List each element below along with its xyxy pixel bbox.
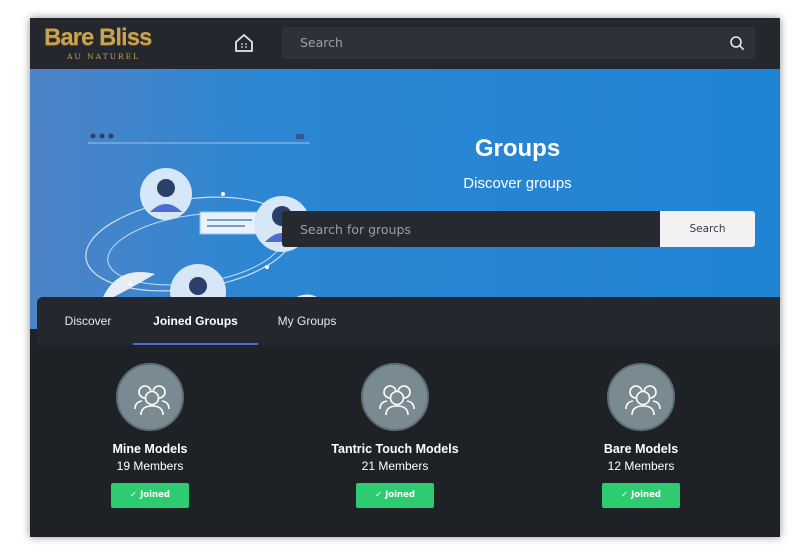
group-search-input[interactable]: Search for groups xyxy=(282,211,660,247)
site-logo[interactable]: Bare Bliss AU NATUREL xyxy=(44,24,160,64)
group-avatar[interactable] xyxy=(607,363,675,431)
site-search-placeholder: Search xyxy=(300,35,343,50)
group-avatar[interactable] xyxy=(361,363,429,431)
joined-button-label: Joined xyxy=(631,490,661,500)
group-name[interactable]: Tantric Touch Models xyxy=(295,442,495,456)
top-navbar: Bare Bliss AU NATUREL Search xyxy=(30,18,780,69)
page-title: Groups xyxy=(474,135,561,162)
page-subtitle: Discover groups xyxy=(463,175,572,192)
joined-button-label: Joined xyxy=(140,490,170,500)
logo-tagline: AU NATUREL xyxy=(67,52,141,61)
groups-tabs: Discover Joined Groups My Groups xyxy=(37,297,780,345)
joined-button[interactable]: ✓ Joined xyxy=(356,483,434,508)
tab-joined-groups[interactable]: Joined Groups xyxy=(133,297,258,345)
group-icon xyxy=(625,385,661,416)
tab-discover[interactable]: Discover xyxy=(53,297,123,345)
group-icon xyxy=(134,385,170,416)
group-icon xyxy=(379,385,415,416)
group-card: Tantric Touch Models 21 Members ✓ Joined xyxy=(295,363,495,513)
group-card: Bare Models 12 Members ✓ Joined xyxy=(541,363,741,513)
group-search-placeholder: Search for groups xyxy=(300,222,411,237)
group-avatar[interactable] xyxy=(116,363,184,431)
groups-hero: Groups Discover groups Search for groups… xyxy=(30,69,780,329)
group-name[interactable]: Bare Models xyxy=(541,442,741,456)
tab-my-groups[interactable]: My Groups xyxy=(269,297,345,345)
app-window: Bare Bliss AU NATUREL Search Groups Disc… xyxy=(30,18,780,537)
group-search-button[interactable]: Search xyxy=(660,211,755,247)
group-card: Mine Models 19 Members ✓ Joined xyxy=(50,363,250,513)
search-icon[interactable] xyxy=(729,35,745,51)
joined-button[interactable]: ✓ Joined xyxy=(602,483,680,508)
group-member-count: 21 Members xyxy=(361,459,429,473)
group-name[interactable]: Mine Models xyxy=(50,442,250,456)
site-search-input[interactable]: Search xyxy=(282,27,755,59)
group-member-count: 12 Members xyxy=(607,459,675,473)
joined-button-label: Joined xyxy=(385,490,415,500)
home-icon[interactable] xyxy=(233,32,255,54)
active-tab-indicator xyxy=(133,343,258,345)
joined-button[interactable]: ✓ Joined xyxy=(111,483,189,508)
group-member-count: 19 Members xyxy=(116,459,184,473)
logo-title: Bare Bliss xyxy=(44,24,152,51)
